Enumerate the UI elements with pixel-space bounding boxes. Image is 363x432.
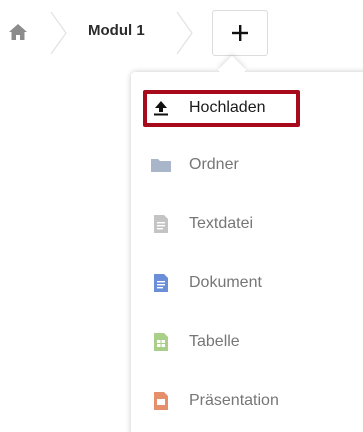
text-file-icon: [151, 214, 171, 234]
menu-item-upload[interactable]: Hochladen: [131, 86, 363, 130]
breadcrumb: Modul 1: [0, 0, 363, 66]
menu-item-label: Textdatei: [189, 215, 254, 232]
menu-item-label: Präsentation: [189, 392, 279, 409]
menu-item-document[interactable]: Dokument: [131, 261, 363, 305]
menu-item-text-file[interactable]: Textdatei: [131, 202, 363, 246]
files-page: Modul 1 Hochladen Ordner Textdatei Dokum…: [0, 0, 363, 432]
add-new-button[interactable]: [212, 10, 268, 56]
home-icon: [9, 24, 27, 40]
menu-item-presentation[interactable]: Präsentation: [131, 379, 363, 423]
spreadsheet-icon: [151, 332, 171, 352]
breadcrumb-separator: [176, 11, 193, 55]
breadcrumb-item-current[interactable]: Modul 1: [88, 22, 145, 39]
menu-item-label: Tabelle: [189, 333, 240, 350]
menu-item-label: Ordner: [189, 156, 239, 173]
home-button[interactable]: [4, 16, 32, 48]
plus-icon: [232, 25, 248, 41]
menu-item-spreadsheet[interactable]: Tabelle: [131, 320, 363, 364]
menu-item-label: Dokument: [189, 274, 262, 291]
presentation-icon: [151, 391, 171, 411]
document-icon: [151, 273, 171, 293]
menu-item-folder[interactable]: Ordner: [131, 143, 363, 187]
folder-icon: [151, 155, 171, 175]
upload-icon: [151, 98, 171, 118]
menu-item-label: Hochladen: [189, 99, 266, 116]
breadcrumb-separator: [50, 11, 67, 55]
